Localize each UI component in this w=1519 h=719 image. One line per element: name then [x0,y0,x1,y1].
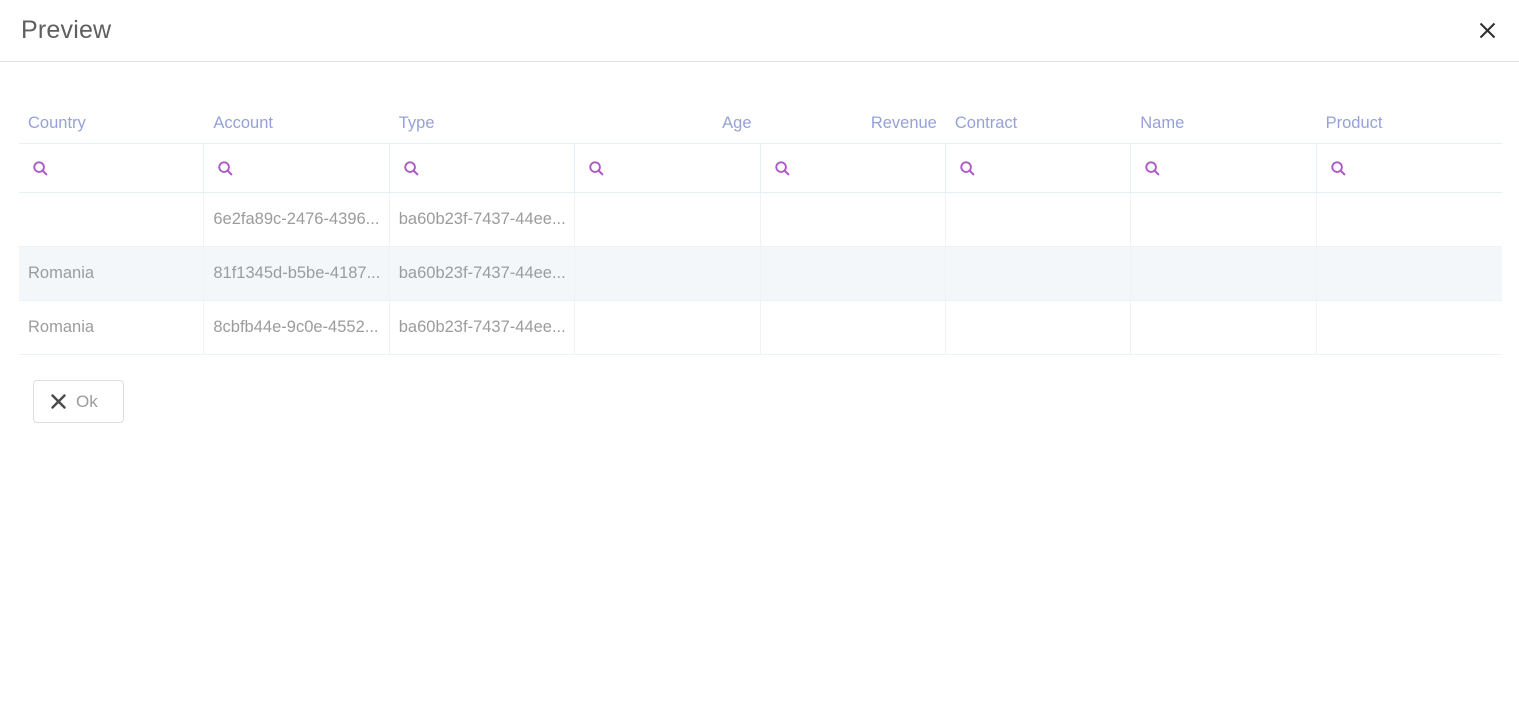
cell-age [575,247,760,300]
filter-input-country[interactable] [49,159,203,177]
grid-header-row: Country Account Type Age Revenue Contrac… [19,103,1502,143]
filter-cell-name[interactable] [1131,144,1316,192]
column-header-name[interactable]: Name [1131,103,1316,143]
search-icon[interactable] [403,160,420,177]
filter-cell-age[interactable] [575,144,760,192]
cell-name [1131,247,1316,300]
cell-account: 6e2fa89c-2476-4396... [204,193,389,246]
page-title: Preview [21,16,111,45]
filter-cell-account[interactable] [204,144,389,192]
search-icon[interactable] [959,160,976,177]
cell-country [19,193,204,246]
cell-account: 81f1345d-b5be-4187... [204,247,389,300]
cell-revenue [761,301,946,354]
cell-revenue [761,193,946,246]
cell-type: ba60b23f-7437-44ee... [390,301,575,354]
table-row[interactable]: Romania 8cbfb44e-9c0e-4552... ba60b23f-7… [19,301,1502,355]
cell-product [1317,301,1502,354]
filter-cell-type[interactable] [390,144,575,192]
cell-type: ba60b23f-7437-44ee... [390,193,575,246]
column-header-type[interactable]: Type [390,103,575,143]
column-header-age[interactable]: Age [575,103,760,143]
cell-product [1317,193,1502,246]
cell-account: 8cbfb44e-9c0e-4552... [204,301,389,354]
cell-age [575,301,760,354]
close-icon [1478,21,1497,40]
column-header-account[interactable]: Account [204,103,389,143]
column-header-revenue[interactable]: Revenue [761,103,946,143]
filter-input-type[interactable] [420,159,574,177]
cell-product [1317,247,1502,300]
table-row[interactable]: 6e2fa89c-2476-4396... ba60b23f-7437-44ee… [19,193,1502,247]
filter-input-age[interactable] [605,159,759,177]
ok-button-label: Ok [76,392,98,412]
cell-name [1131,193,1316,246]
column-header-contract[interactable]: Contract [946,103,1131,143]
close-button[interactable] [1472,16,1502,46]
ok-button[interactable]: Ok [33,380,124,423]
table-row-highlighted[interactable]: Romania 81f1345d-b5be-4187... ba60b23f-7… [19,247,1502,301]
search-icon[interactable] [32,160,49,177]
cell-contract [946,301,1131,354]
search-icon[interactable] [1144,160,1161,177]
cell-type: ba60b23f-7437-44ee... [390,247,575,300]
cell-country: Romania [19,301,204,354]
grid-filter-row [19,143,1502,193]
filter-input-product[interactable] [1347,159,1502,177]
filter-input-contract[interactable] [976,159,1130,177]
search-icon[interactable] [774,160,791,177]
column-header-product[interactable]: Product [1317,103,1502,143]
cell-revenue [761,247,946,300]
filter-cell-product[interactable] [1317,144,1502,192]
dialog-header: Preview [0,0,1519,62]
x-icon [51,394,66,409]
cell-country: Romania [19,247,204,300]
search-icon[interactable] [588,160,605,177]
cell-age [575,193,760,246]
cell-name [1131,301,1316,354]
filter-input-revenue[interactable] [791,159,945,177]
search-icon[interactable] [217,160,234,177]
filter-cell-revenue[interactable] [761,144,946,192]
filter-cell-contract[interactable] [946,144,1131,192]
data-grid: Country Account Type Age Revenue Contrac… [19,103,1502,355]
preview-dialog: Preview Country Account Type Age Revenue… [0,0,1519,719]
dialog-body: Country Account Type Age Revenue Contrac… [0,62,1519,719]
filter-input-name[interactable] [1161,159,1315,177]
search-icon[interactable] [1330,160,1347,177]
filter-input-account[interactable] [234,159,388,177]
column-header-country[interactable]: Country [19,103,204,143]
cell-contract [946,247,1131,300]
cell-contract [946,193,1131,246]
filter-cell-country[interactable] [19,144,204,192]
